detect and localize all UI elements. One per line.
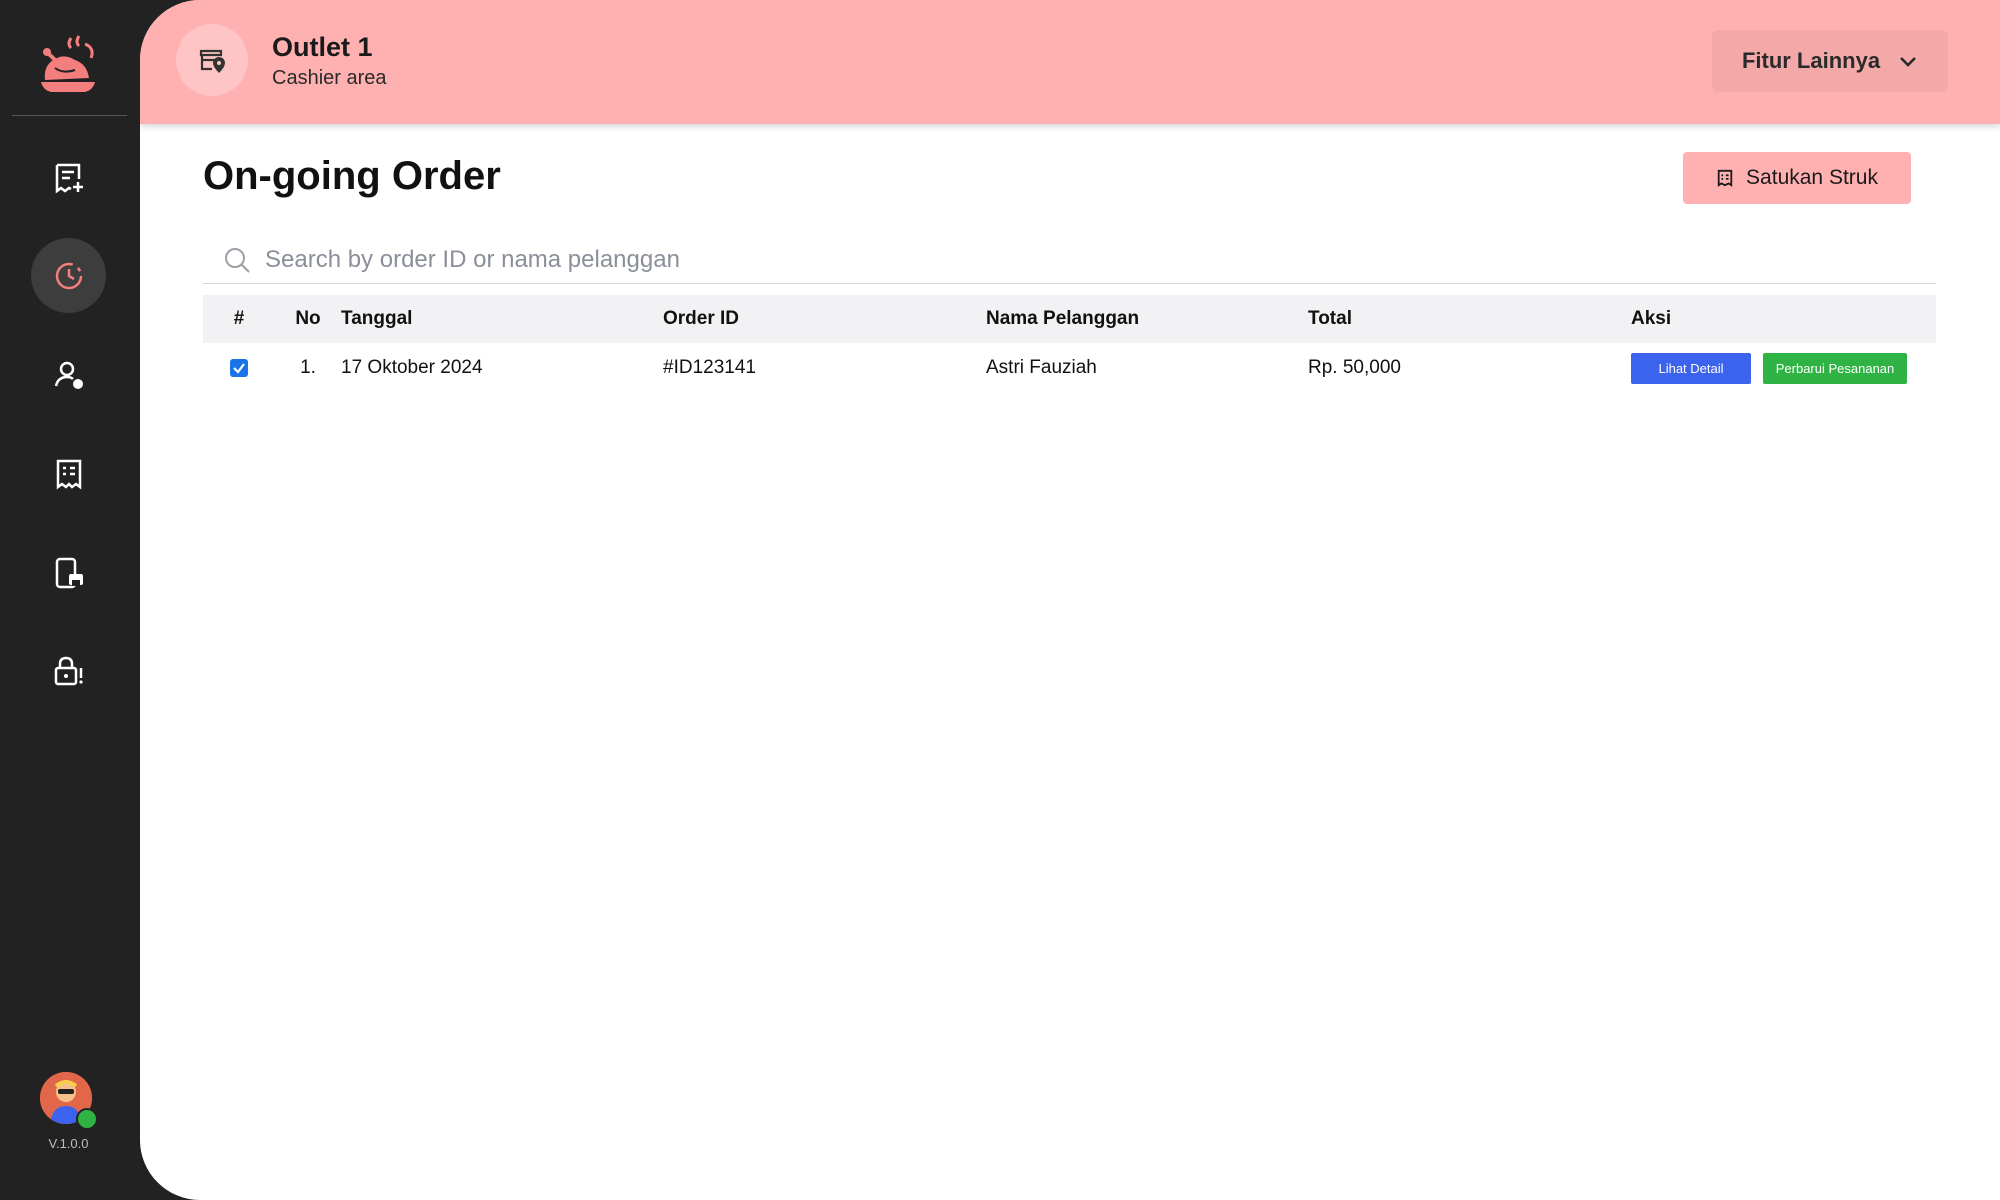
more-features-dropdown[interactable]: Fitur Lainnya [1712,30,1948,92]
row-date: 17 Oktober 2024 [341,357,483,378]
user-status-icon [54,361,83,389]
row-select-checkbox[interactable] [230,358,248,377]
merge-receipt-button[interactable]: Satukan Struk [1683,152,1911,204]
lock-alert-icon [54,656,83,685]
column-header-customer: Nama Pelanggan [986,308,1140,329]
more-features-label: Fitur Lainnya [1741,48,1881,73]
table-row: 1. 17 Oktober 2024 #ID123141 Astri Fauzi… [203,343,1936,393]
column-header-actions: Aksi [1631,308,1672,329]
app-root: V.1.0.0 Outlet 1 Cashier area Fitur Lain… [0,0,2000,1200]
top-header: Outlet 1 Cashier area Fitur Lainnya [140,0,2000,124]
row-customer-name: Astri Fauziah [986,357,1097,378]
outlet-icon-badge [176,24,248,96]
sidebar: V.1.0.0 [0,0,140,1200]
column-header-total: Total [1308,308,1352,329]
row-actions: Lihat Detail Perbarui Pesananan [1631,352,1936,384]
chevron-down-icon [1900,57,1916,67]
search-bar [203,236,1936,284]
update-order-button[interactable]: Perbarui Pesananan [1763,352,1907,384]
chicken-logo-icon [41,35,95,92]
table-header: # No Tanggal Order ID Nama Pelanggan Tot… [203,295,1936,343]
column-header-date: Tanggal [341,308,413,329]
main-panel: Outlet 1 Cashier area Fitur Lainnya On-g… [140,0,2000,1200]
sidebar-item-new-order[interactable] [31,140,106,215]
search-input[interactable] [265,239,1865,280]
view-detail-button[interactable]: Lihat Detail [1631,352,1751,384]
outlet-subtitle: Cashier area [272,67,387,89]
outlet-name: Outlet 1 [272,32,373,62]
receipt-add-icon [55,163,83,193]
mobile-print-icon [55,557,83,588]
app-version: V.1.0.0 [48,1136,89,1151]
sidebar-item-lock[interactable] [31,633,106,708]
column-header-no: No [295,308,321,329]
receipt-icon [56,459,81,489]
column-header-order-id: Order ID [663,308,740,329]
row-order-id: #ID123141 [663,357,756,378]
sidebar-item-printer[interactable] [31,535,106,610]
clock-history-icon [55,262,82,289]
row-total: Rp. 50,000 [1308,357,1401,378]
merge-receipt-label: Satukan Struk [1746,166,1878,189]
search-icon [225,247,250,273]
sidebar-divider [12,115,127,116]
receipt-icon [1717,169,1733,187]
sidebar-item-receipt[interactable] [31,436,106,511]
orders-table: # No Tanggal Order ID Nama Pelanggan Tot… [203,295,1936,393]
sidebar-item-customer[interactable] [31,337,106,412]
row-number: 1. [300,357,316,378]
sidebar-item-ongoing-order[interactable] [31,238,106,313]
store-location-icon [199,49,225,73]
column-header-select: # [233,308,245,329]
page-title: On-going Order [203,154,501,198]
app-logo [35,34,101,100]
checkmark-icon [233,363,245,374]
online-status-dot [76,1108,98,1130]
